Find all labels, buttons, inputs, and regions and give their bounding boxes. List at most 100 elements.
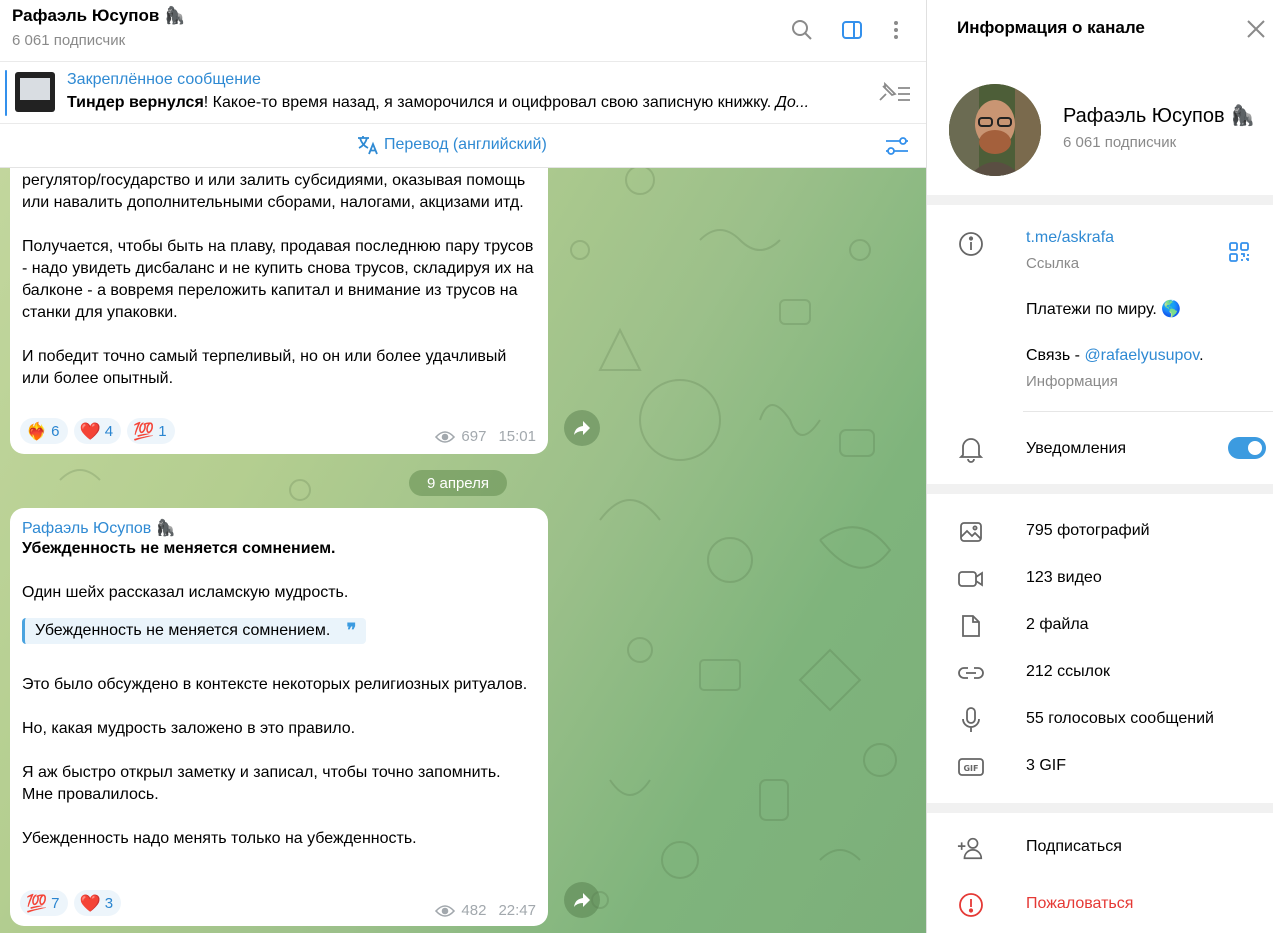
add-user-icon [957, 834, 985, 862]
notifications-label: Уведомления [1026, 440, 1127, 457]
close-panel-button[interactable] [1245, 18, 1267, 40]
message-reactions: 💯 7 ❤️ 3 [20, 890, 122, 916]
translate-settings-button[interactable] [884, 134, 910, 158]
reaction-count: 4 [104, 422, 114, 440]
media-videos[interactable]: 123 видео [1026, 569, 1102, 587]
pinned-message-bar[interactable]: Закреплённое сообщение Тиндер вернулся! … [0, 62, 926, 124]
channel-avatar[interactable] [949, 84, 1041, 176]
message-paragraph: И победит точно самый терпеливый, но он … [22, 348, 507, 387]
section-divider [927, 803, 1273, 813]
message-author[interactable]: Рафаэль Юсупов 🦍 [22, 518, 536, 538]
bell-icon [957, 435, 985, 463]
media-voice[interactable]: 55 голосовых сообщений [1026, 710, 1214, 728]
reaction-heart[interactable]: ❤️ 3 [73, 890, 122, 916]
avatar-photo [949, 84, 1041, 176]
views-count: 697 [461, 428, 487, 445]
info-icon [957, 230, 985, 258]
qr-code-button[interactable] [1227, 240, 1251, 264]
media-links[interactable]: 212 ссылок [1026, 663, 1110, 681]
translate-icon [358, 136, 378, 155]
views-eye-icon [435, 430, 456, 443]
reaction-heart-fire[interactable]: ❤️‍🔥 6 [20, 418, 68, 444]
translate-button[interactable]: Перевод (английский) [356, 134, 547, 156]
section-divider [927, 195, 1273, 205]
gif-icon: GIF [957, 753, 985, 781]
quote-icon: ❞ [346, 620, 357, 641]
qr-code-icon [1229, 242, 1249, 262]
chat-subscriber-count: 6 061 подписчик [12, 32, 126, 49]
message-paragraph: Получается, чтобы быть на плаву, продава… [22, 238, 534, 321]
pinned-list-button[interactable] [876, 80, 912, 106]
reaction-emoji: 💯 [26, 893, 48, 913]
reaction-count: 1 [158, 422, 167, 440]
translate-bar: Перевод (английский) [0, 124, 926, 168]
channel-link[interactable]: t.me/askrafa [1026, 229, 1114, 247]
chat-header: Рафаэль Юсупов 🦍 6 061 подписчик [0, 0, 926, 62]
reaction-hundred[interactable]: 💯 1 [127, 418, 175, 444]
reaction-hundred[interactable]: 💯 7 [20, 890, 68, 916]
toggle-knob [1246, 439, 1264, 457]
toggle-info-panel-button[interactable] [836, 14, 868, 46]
contact-prefix: Связь - [1026, 347, 1085, 364]
message-paragraph: регулятор/государство и или залить субси… [22, 172, 526, 211]
notifications-toggle[interactable] [1228, 437, 1266, 459]
message-bubble[interactable]: Рафаэль Юсупов 🦍 Убежденность не меняетс… [10, 508, 548, 926]
forward-button[interactable] [564, 882, 600, 918]
message-text: регулятор/государство и или залить субси… [22, 170, 536, 390]
views-count: 482 [461, 902, 487, 919]
quote-text: Убежденность не меняется сомнением. [35, 622, 331, 639]
pinned-text: ! Какое-то время назад, я заморочился и … [203, 94, 776, 111]
message-time: 15:01 [498, 428, 536, 445]
views-eye-icon [435, 904, 456, 917]
settings-sliders-icon [886, 137, 908, 155]
photo-icon [957, 518, 985, 546]
message-meta: 697 15:01 [435, 428, 536, 445]
message-meta: 482 22:47 [435, 902, 536, 919]
channel-contact: Связь - @rafaelyusupov. [1026, 347, 1204, 365]
forward-button[interactable] [564, 410, 600, 446]
message-paragraph: Но, какая мудрость заложено в это правил… [22, 720, 356, 737]
report-icon [957, 891, 985, 919]
pinned-italic: До... [775, 94, 810, 111]
inner-divider [1023, 411, 1273, 412]
subscribe-button[interactable]: Подписаться [1026, 838, 1122, 856]
close-icon [1247, 20, 1265, 38]
message-paragraph: Это было обсуждено в контексте некоторых… [22, 676, 528, 693]
pinned-preview: Тиндер вернулся! Какое-то время назад, я… [67, 94, 852, 112]
info-caption: Информация [1026, 373, 1118, 390]
forward-arrow-icon [574, 893, 590, 907]
report-button[interactable]: Пожаловаться [1026, 895, 1133, 913]
message-reactions: ❤️‍🔥 6 ❤️ 4 💯 1 [20, 418, 175, 444]
forward-arrow-icon [574, 421, 590, 435]
reaction-heart[interactable]: ❤️ 4 [73, 418, 122, 444]
pinned-indicator [5, 70, 7, 116]
link-icon [957, 659, 985, 687]
reaction-emoji: ❤️‍🔥 [26, 421, 48, 441]
microphone-icon [957, 706, 985, 734]
section-divider [927, 484, 1273, 494]
search-button[interactable] [786, 14, 818, 46]
contact-handle-link[interactable]: @rafaelyusupov [1084, 347, 1199, 364]
sidebar-panel-icon [842, 21, 862, 39]
search-icon [792, 20, 812, 40]
panel-title: Информация о канале [957, 18, 1145, 37]
reaction-count: 7 [51, 894, 60, 912]
reaction-count: 3 [104, 894, 114, 912]
reaction-emoji: 💯 [133, 421, 155, 441]
pinned-title: Закреплённое сообщение [67, 71, 261, 88]
pinned-thumbnail [15, 72, 55, 112]
translate-label: Перевод (английский) [384, 136, 547, 153]
media-photos[interactable]: 795 фотографий [1026, 522, 1150, 540]
media-files[interactable]: 2 файла [1026, 616, 1089, 634]
media-gifs[interactable]: 3 GIF [1026, 757, 1066, 775]
video-icon [957, 565, 985, 593]
chat-title[interactable]: Рафаэль Юсупов 🦍 [12, 6, 185, 26]
link-caption: Ссылка [1026, 255, 1080, 272]
message-bubble[interactable]: регулятор/государство и или залить субси… [10, 140, 548, 454]
channel-description: Платежи по миру. 🌎 [1026, 301, 1182, 318]
more-options-button[interactable] [880, 14, 912, 46]
message-heading: Убежденность не меняется сомнением. [22, 540, 336, 557]
chat-area: Рафаэль Юсупов 🦍 6 061 подписчик Закрепл… [0, 0, 926, 933]
message-paragraph: Убежденность надо менять только на убежд… [22, 830, 417, 847]
file-icon [957, 612, 985, 640]
